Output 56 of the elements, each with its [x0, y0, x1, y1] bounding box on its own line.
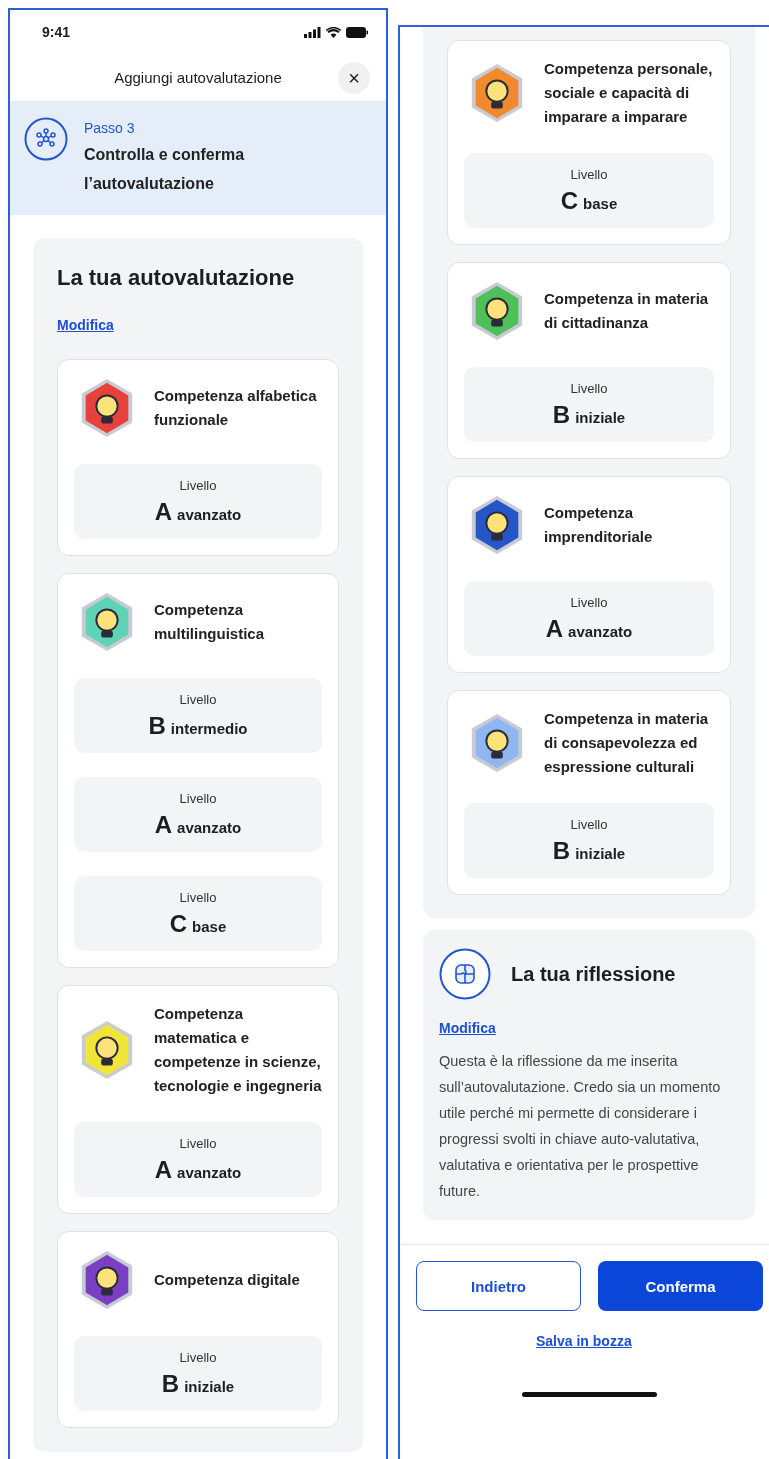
level-name: iniziale — [184, 1377, 235, 1395]
section-title: La tua autovalutazione — [57, 265, 296, 291]
reflection-title: La tua riflessione — [511, 962, 676, 986]
level-label: Livello — [179, 888, 217, 907]
competence-name: Competenza matematica e competenze in scienze, tecnologie e ingegneria — [154, 1004, 322, 1096]
level-label: Livello — [179, 789, 217, 808]
level-letter: C — [169, 908, 188, 939]
confirm-button[interactable]: Conferma — [598, 1261, 763, 1311]
edit-link[interactable]: Modifica — [57, 317, 114, 333]
level-name: avanzato — [177, 818, 242, 836]
level-label: Livello — [179, 690, 217, 709]
reflection-text: Questa è la riflessione da me inserita sull’autovalutazione. Credo sia un momento utile perché mi permette di considerare i progressi svolti in chiave auto-valutativa, valutativa e orientativa per le prospettive future. — [439, 1052, 722, 1201]
level-label: Livello — [179, 476, 217, 495]
step-label: Passo 3 — [84, 119, 136, 138]
signal-icon — [304, 26, 321, 38]
level-name: avanzato — [568, 622, 633, 640]
competence-name: Competenza digitale — [154, 1270, 300, 1290]
level-label: Livello — [570, 165, 608, 184]
competence-name: Competenza multilinguistica — [154, 600, 265, 644]
competence-name: Competenza imprenditoriale — [544, 503, 654, 547]
level-letter: A — [154, 496, 173, 527]
step-title: Controlla e conferma l’autovalutazione — [84, 145, 246, 194]
edit-link[interactable]: Modifica — [439, 1020, 496, 1036]
close-button[interactable]: × — [338, 62, 370, 94]
back-button[interactable]: Indietro — [416, 1261, 581, 1311]
level-name: base — [583, 194, 618, 212]
level-letter: A — [154, 1154, 173, 1185]
level-name: intermedio — [170, 719, 248, 737]
competence-name: Competenza in materia di consapevolezza ed espressione culturali — [544, 709, 710, 777]
level-label: Livello — [570, 379, 608, 398]
level-name: iniziale — [575, 844, 626, 862]
puzzle-icon — [439, 948, 491, 1000]
level-letter: C — [560, 185, 579, 216]
wifi-icon — [326, 26, 341, 38]
level-letter: A — [154, 809, 173, 840]
level-letter: B — [161, 1368, 180, 1399]
competence-name: Competenza personale, sociale e capacità di imparare a imparare — [544, 59, 714, 127]
level-name: avanzato — [177, 1163, 242, 1181]
network-icon — [24, 117, 68, 161]
level-letter: B — [148, 710, 166, 741]
level-letter: A — [545, 613, 564, 644]
level-name: base — [192, 917, 227, 935]
save-draft-link[interactable]: Salva in bozza — [536, 1333, 632, 1349]
level-label: Livello — [570, 815, 608, 834]
level-name: avanzato — [177, 505, 242, 523]
battery-icon — [346, 26, 368, 38]
screen-title: Aggiungi autovalutazione — [114, 69, 282, 86]
level-letter: B — [552, 835, 571, 866]
level-label: Livello — [179, 1134, 217, 1153]
level-letter: B — [552, 399, 571, 430]
status-time: 9:41 — [42, 24, 71, 40]
level-label: Livello — [179, 1348, 217, 1367]
competence-name: Competenza alfabetica funzionale — [154, 386, 318, 430]
level-label: Livello — [570, 593, 608, 612]
level-name: iniziale — [575, 408, 626, 426]
competence-name: Competenza in materia di cittadinanza — [544, 289, 710, 333]
